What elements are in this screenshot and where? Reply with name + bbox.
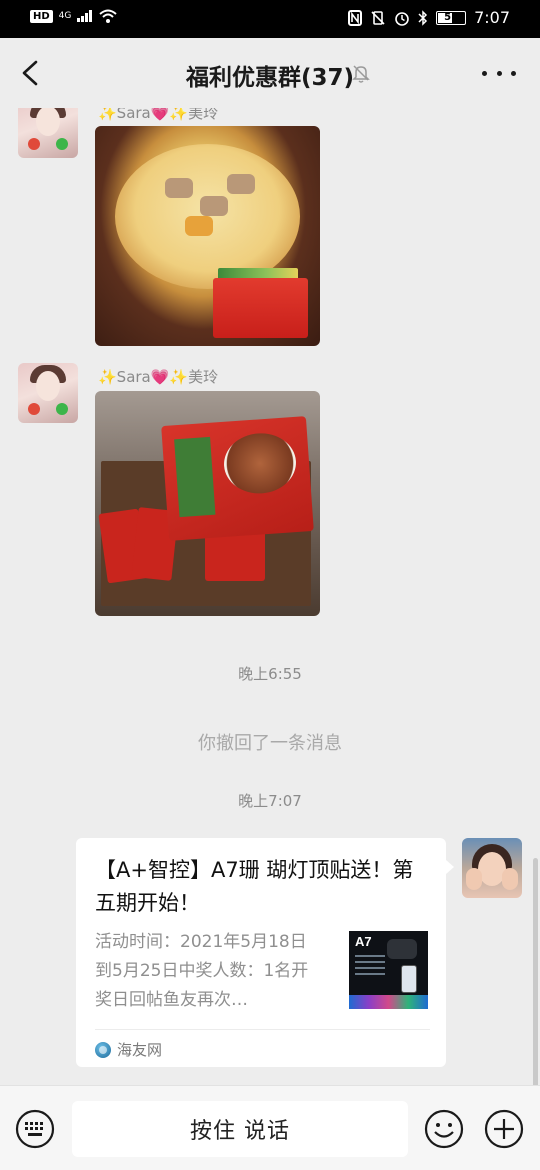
- card-title: 【A+智控】A7珊 瑚灯顶贴送！第五期开始！: [95, 858, 414, 915]
- wifi-icon: [99, 9, 118, 23]
- sender-name: ✨Sara💗✨美玲: [98, 368, 219, 386]
- card-thumbnail: A7: [349, 931, 428, 1009]
- my-avatar[interactable]: [462, 838, 522, 898]
- avatar[interactable]: [18, 108, 78, 158]
- status-bar: HD 4G 51 7:07: [0, 0, 540, 38]
- food-photo-message[interactable]: [95, 126, 320, 346]
- plus-icon[interactable]: [484, 1109, 524, 1149]
- vibrate-icon: [371, 10, 385, 25]
- avatar[interactable]: [18, 363, 78, 423]
- recall-notice: 你撤回了一条消息: [198, 733, 342, 754]
- source-name: 海友网: [117, 1041, 163, 1059]
- more-icon[interactable]: [482, 62, 516, 84]
- thumb-label: A7: [355, 934, 372, 949]
- emoji-icon[interactable]: [424, 1109, 464, 1149]
- chat-title: 福利优惠群(37): [185, 65, 355, 91]
- status-right: 51 7:07: [348, 8, 510, 27]
- nfc-icon: [348, 9, 363, 26]
- hold-to-talk-button[interactable]: 按住 说话: [72, 1101, 408, 1157]
- hd-badge: HD: [30, 9, 53, 23]
- status-left: HD 4G: [30, 9, 118, 23]
- card-description: 活动时间：2021年5月18日到5月25日中奖人数：1名开奖日回帖鱼友再次…: [95, 932, 309, 1010]
- sender-name: ✨Sara💗✨美玲: [98, 108, 219, 122]
- clock: 7:07: [474, 8, 510, 27]
- battery-level: 51: [444, 12, 459, 23]
- time-label: 晚上7:07: [238, 792, 302, 810]
- battery-icon: 51: [436, 10, 467, 25]
- network-type: 4G: [58, 11, 72, 21]
- link-card-message[interactable]: 【A+智控】A7珊 瑚灯顶贴送！第五期开始！ 活动时间：2021年5月18日到5…: [76, 838, 454, 1067]
- chat-header: 福利优惠群(37): [0, 38, 540, 108]
- mute-icon: [352, 65, 370, 83]
- scrollbar[interactable]: [533, 858, 538, 1085]
- alarm-icon: [395, 11, 409, 26]
- time-label: 晚上6:55: [238, 665, 302, 683]
- input-bar: 按住 说话: [0, 1085, 540, 1170]
- chat-area[interactable]: ✨Sara💗✨美玲 ✨Sara💗✨美玲 晚上6:55 你撤回了一条消息 晚上7:…: [0, 108, 540, 1085]
- card-source: 海友网: [95, 1039, 162, 1060]
- bluetooth-icon: [418, 9, 428, 26]
- signal-icon: [77, 10, 93, 22]
- source-logo-icon: [95, 1041, 111, 1058]
- keyboard-icon[interactable]: [15, 1109, 55, 1149]
- noodle-photo-message[interactable]: [95, 391, 320, 616]
- card-divider: [95, 1029, 430, 1030]
